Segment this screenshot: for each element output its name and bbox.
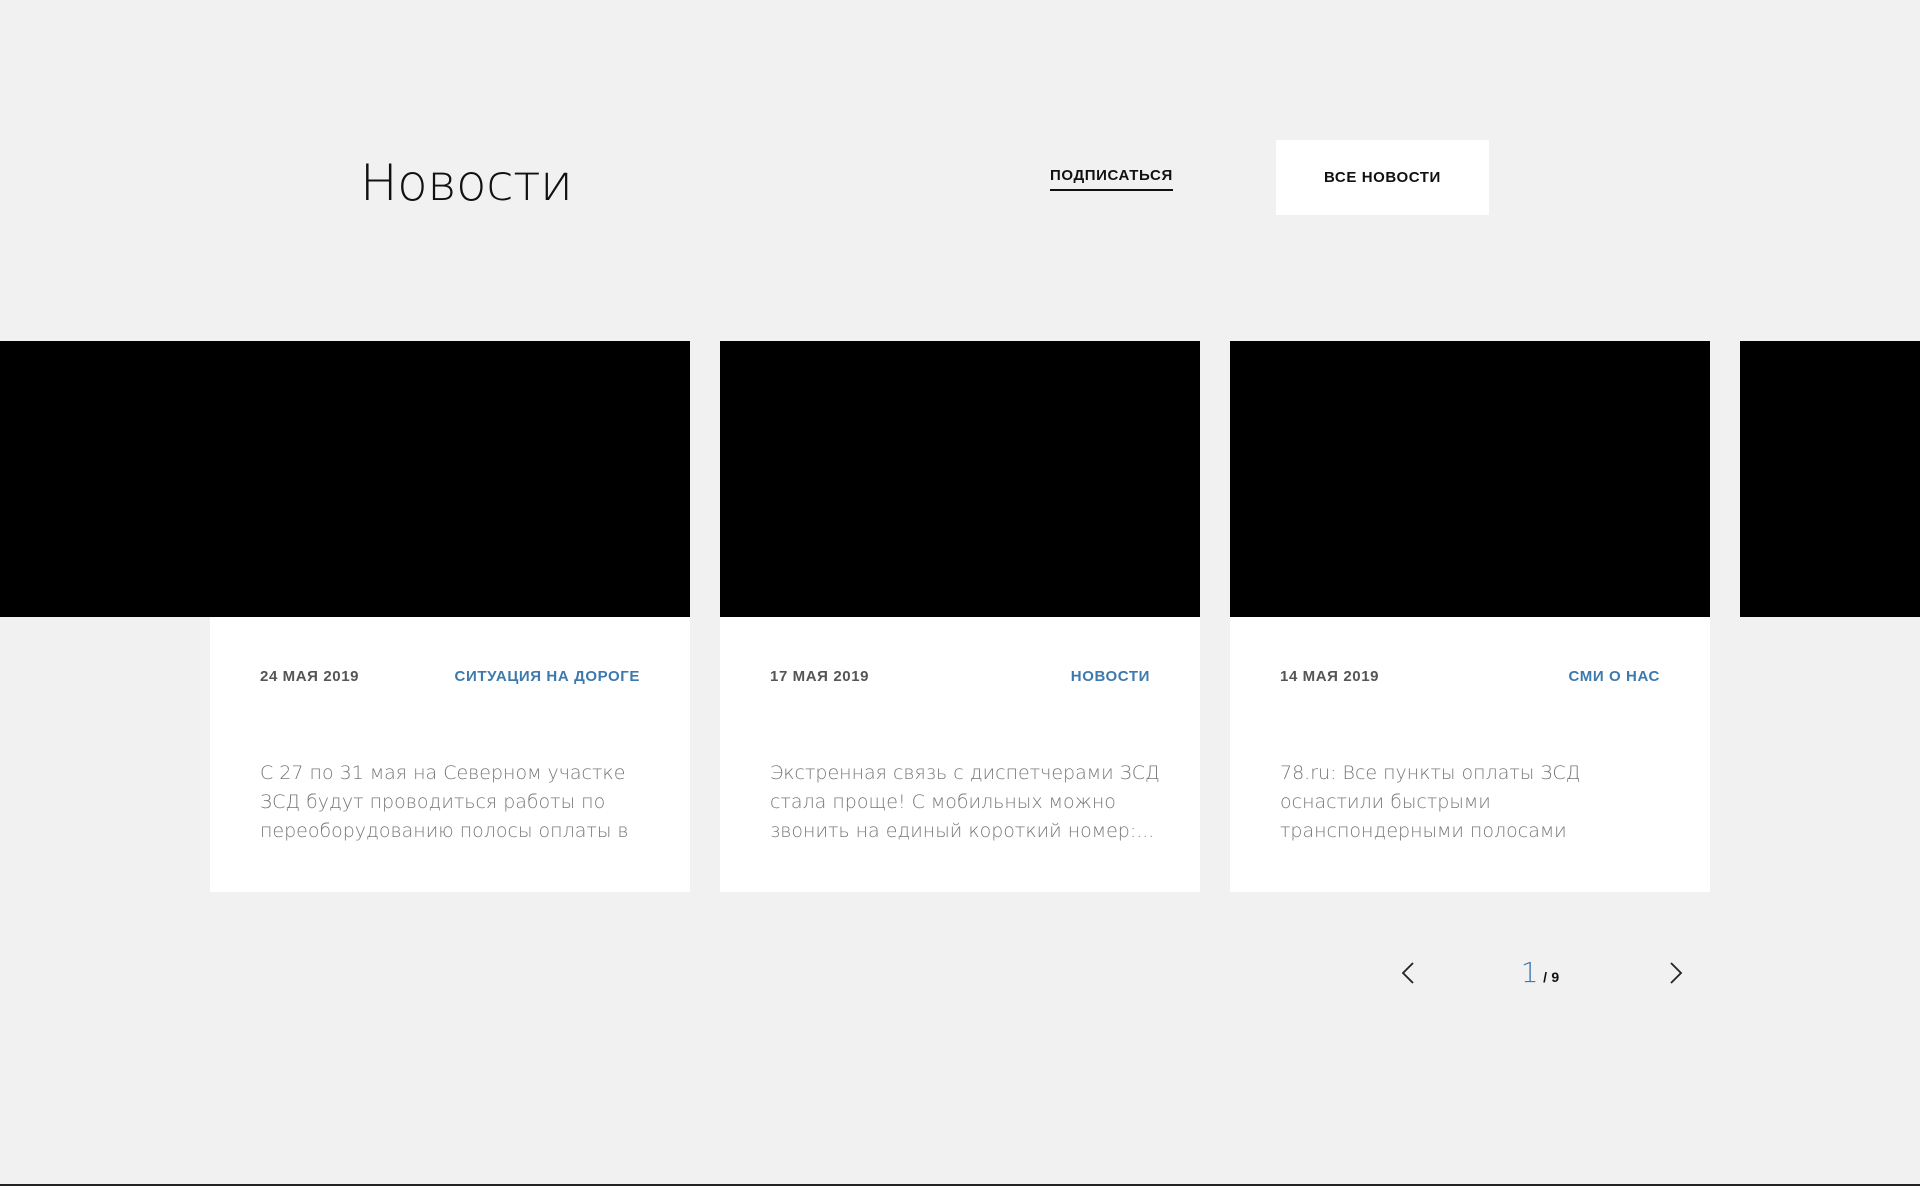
card-category[interactable]: СИТУАЦИЯ НА ДОРОГЕ xyxy=(455,667,640,687)
card-meta: 24 МАЯ 2019 СИТУАЦИЯ НА ДОРОГЕ xyxy=(260,667,640,687)
card-3-image[interactable] xyxy=(1230,341,1710,617)
card-date: 24 МАЯ 2019 xyxy=(260,668,360,685)
card-meta: 17 МАЯ 2019 НОВОСТИ xyxy=(770,667,1150,687)
news-card-1[interactable]: 24 МАЯ 2019 СИТУАЦИЯ НА ДОРОГЕ С 27 по 3… xyxy=(210,617,690,892)
card-excerpt[interactable]: С 27 по 31 мая на Северном участке ЗСД б… xyxy=(260,759,650,846)
card-excerpt[interactable]: Экстренная связь с диспетчерами ЗСД стал… xyxy=(770,759,1160,846)
current-page: 1 xyxy=(1520,956,1539,989)
card-date: 14 МАЯ 2019 xyxy=(1280,668,1380,685)
prev-slide-button[interactable] xyxy=(1394,958,1424,988)
card-excerpt[interactable]: 78.ru: Все пункты оплаты ЗСД оснастили б… xyxy=(1280,759,1670,846)
all-news-button[interactable]: ВСЕ НОВОСТИ xyxy=(1276,140,1489,215)
news-card-2[interactable]: 17 МАЯ 2019 НОВОСТИ Экстренная связь с д… xyxy=(720,617,1200,892)
card-category[interactable]: НОВОСТИ xyxy=(1071,667,1150,687)
card-4-image[interactable] xyxy=(1740,341,1920,617)
card-2-image[interactable] xyxy=(720,341,1200,617)
chevron-right-icon xyxy=(1670,962,1683,984)
news-card-3[interactable]: 14 МАЯ 2019 СМИ О НАС 78.ru: Все пункты … xyxy=(1230,617,1710,892)
card-category[interactable]: СМИ О НАС xyxy=(1569,667,1660,687)
card-meta: 14 МАЯ 2019 СМИ О НАС xyxy=(1280,667,1660,687)
total-pages: 9 xyxy=(1551,969,1560,985)
news-section: Новости ПОДПИСАТЬСЯ ВСЕ НОВОСТИ 24 МАЯ 2… xyxy=(0,0,1920,1186)
page-separator: / xyxy=(1543,969,1547,985)
chevron-left-icon xyxy=(1401,962,1414,984)
page-title: Новости xyxy=(360,154,573,212)
slide-counter: 1 / 9 xyxy=(1500,956,1580,995)
card-1-image[interactable] xyxy=(0,341,690,617)
next-slide-button[interactable] xyxy=(1660,958,1690,988)
subscribe-link[interactable]: ПОДПИСАТЬСЯ xyxy=(1050,166,1173,191)
card-date: 17 МАЯ 2019 xyxy=(770,668,870,685)
